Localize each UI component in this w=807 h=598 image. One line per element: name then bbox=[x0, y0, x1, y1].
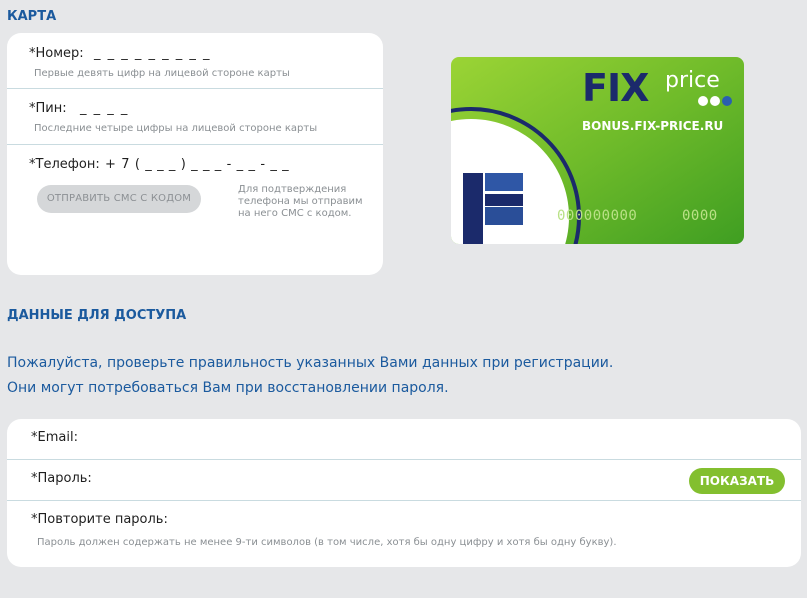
card-number-digits: 000000000 bbox=[557, 208, 638, 224]
repeat-password-input[interactable] bbox=[177, 507, 767, 533]
phone-label: *Телефон: bbox=[29, 157, 100, 172]
pin-label: *Пин: bbox=[29, 101, 67, 116]
password-hint: Пароль должен содержать не менее 9-ти си… bbox=[37, 537, 617, 548]
info-line-1: Пожалуйста, проверьте правильность указа… bbox=[7, 355, 614, 371]
card-form-panel: *Номер: _ _ _ _ _ _ _ _ _ Первые девять … bbox=[7, 33, 383, 275]
card-site-url: BONUS.FIX-PRICE.RU bbox=[582, 119, 724, 133]
show-password-button[interactable]: ПОКАЗАТЬ bbox=[689, 468, 785, 494]
info-line-2: Они могут потребоваться Вам при восстано… bbox=[7, 380, 449, 396]
card-number-input[interactable]: _ _ _ _ _ _ _ _ _ bbox=[94, 46, 211, 61]
email-input[interactable] bbox=[87, 425, 767, 451]
card-pin-digits: 0000 bbox=[682, 208, 718, 224]
pin-input[interactable]: _ _ _ _ bbox=[80, 101, 129, 116]
phone-input[interactable]: + 7 ( _ _ _ ) _ _ _ - _ _ - _ _ bbox=[105, 157, 289, 172]
password-label: *Пароль: bbox=[31, 471, 92, 486]
repeat-password-label: *Повторите пароль: bbox=[31, 512, 168, 527]
send-sms-button[interactable]: ОТПРАВИТЬ СМС С КОДОМ bbox=[37, 185, 201, 213]
email-label: *Email: bbox=[31, 430, 78, 445]
card-section-title: КАРТА bbox=[7, 9, 57, 24]
card-number-label: *Номер: bbox=[29, 46, 84, 61]
pin-hint: Последние четыре цифры на лицевой сторон… bbox=[34, 123, 318, 134]
card-brand-price: price bbox=[665, 68, 720, 93]
bonus-card-image: FIX price BONUS.FIX-PRICE.RU 000000000 0… bbox=[451, 57, 744, 244]
access-form-panel: *Email: *Пароль: *Повторите пароль: Паро… bbox=[7, 419, 801, 567]
sms-note: Для подтверждения телефона мы отправим н… bbox=[238, 184, 363, 219]
card-number-hint: Первые девять цифр на лицевой стороне ка… bbox=[34, 68, 290, 79]
divider bbox=[7, 500, 801, 501]
divider bbox=[7, 88, 383, 89]
divider bbox=[7, 459, 801, 460]
card-brand-fix: FIX bbox=[582, 66, 649, 110]
access-section-title: ДАННЫЕ ДЛЯ ДОСТУПА bbox=[7, 308, 187, 323]
divider bbox=[7, 144, 383, 145]
password-input[interactable] bbox=[97, 466, 677, 492]
